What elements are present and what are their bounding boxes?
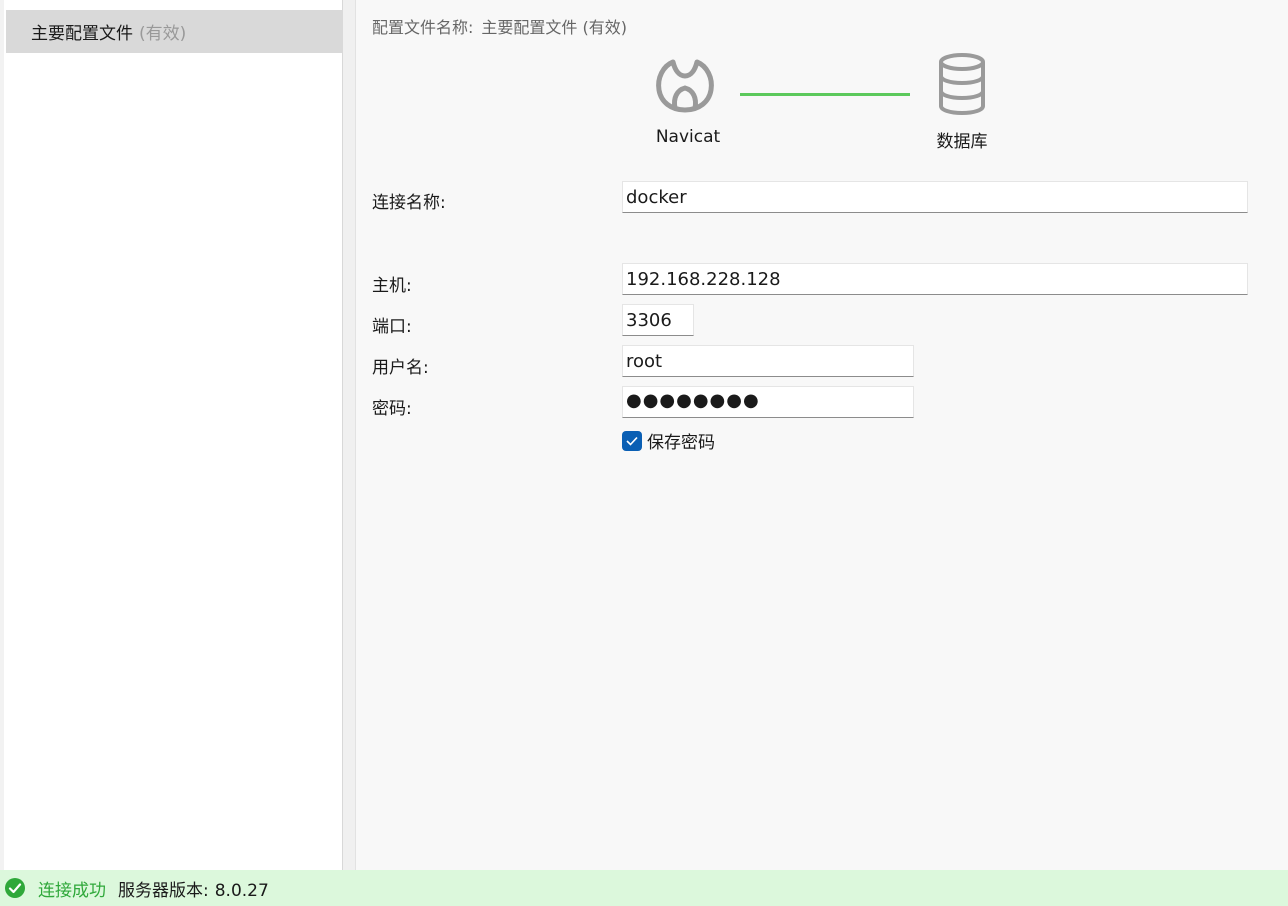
username-input[interactable] xyxy=(622,345,914,377)
password-input[interactable]: ●●●●●●●● xyxy=(622,386,914,418)
profile-list: 主要配置文件 (有效) xyxy=(4,0,343,870)
password-label: 密码: xyxy=(372,399,412,419)
pane-splitter[interactable] xyxy=(343,0,356,870)
profile-item-main[interactable]: 主要配置文件 (有效) xyxy=(6,10,343,53)
username-label: 用户名: xyxy=(372,358,429,378)
connection-name-input[interactable] xyxy=(622,181,1248,213)
connection-link-line xyxy=(740,93,910,96)
check-circle-icon xyxy=(5,878,25,898)
profile-item-state: (有效) xyxy=(139,24,187,44)
save-password-checkbox[interactable]: 保存密码 xyxy=(622,428,715,453)
profile-name-value: 主要配置文件 (有效) xyxy=(481,18,627,37)
profile-item-label: 主要配置文件 xyxy=(31,24,133,44)
connection-settings-pane: 配置文件名称: 主要配置文件 (有效) Navicat 数据库 连接名称: 主机:… xyxy=(356,0,1288,870)
save-password-label: 保存密码 xyxy=(647,433,715,453)
profile-name-line: 配置文件名称: 主要配置文件 (有效) xyxy=(372,14,627,38)
host-label: 主机: xyxy=(372,276,412,296)
connection-status-bar: 连接成功 服务器版本: 8.0.27 xyxy=(0,870,1288,906)
server-version-label: 服务器版本: xyxy=(118,880,209,901)
server-version-value: 8.0.27 xyxy=(214,880,269,901)
port-label: 端口: xyxy=(372,317,412,337)
server-version: 服务器版本: 8.0.27 xyxy=(118,876,269,901)
host-input[interactable] xyxy=(622,263,1248,295)
navicat-icon xyxy=(656,59,714,113)
profile-name-label: 配置文件名称: xyxy=(372,18,474,37)
port-input[interactable] xyxy=(622,304,694,336)
database-icon xyxy=(939,53,985,116)
server-label: 数据库 xyxy=(936,132,988,152)
connection-name-label: 连接名称: xyxy=(372,193,446,213)
connection-dialog: 主要配置文件 (有效) 配置文件名称: 主要配置文件 (有效) Navicat 数… xyxy=(0,0,1288,906)
status-success-text: 连接成功 xyxy=(38,880,106,901)
checkmark-icon[interactable] xyxy=(622,430,642,451)
client-label: Navicat xyxy=(655,127,721,147)
